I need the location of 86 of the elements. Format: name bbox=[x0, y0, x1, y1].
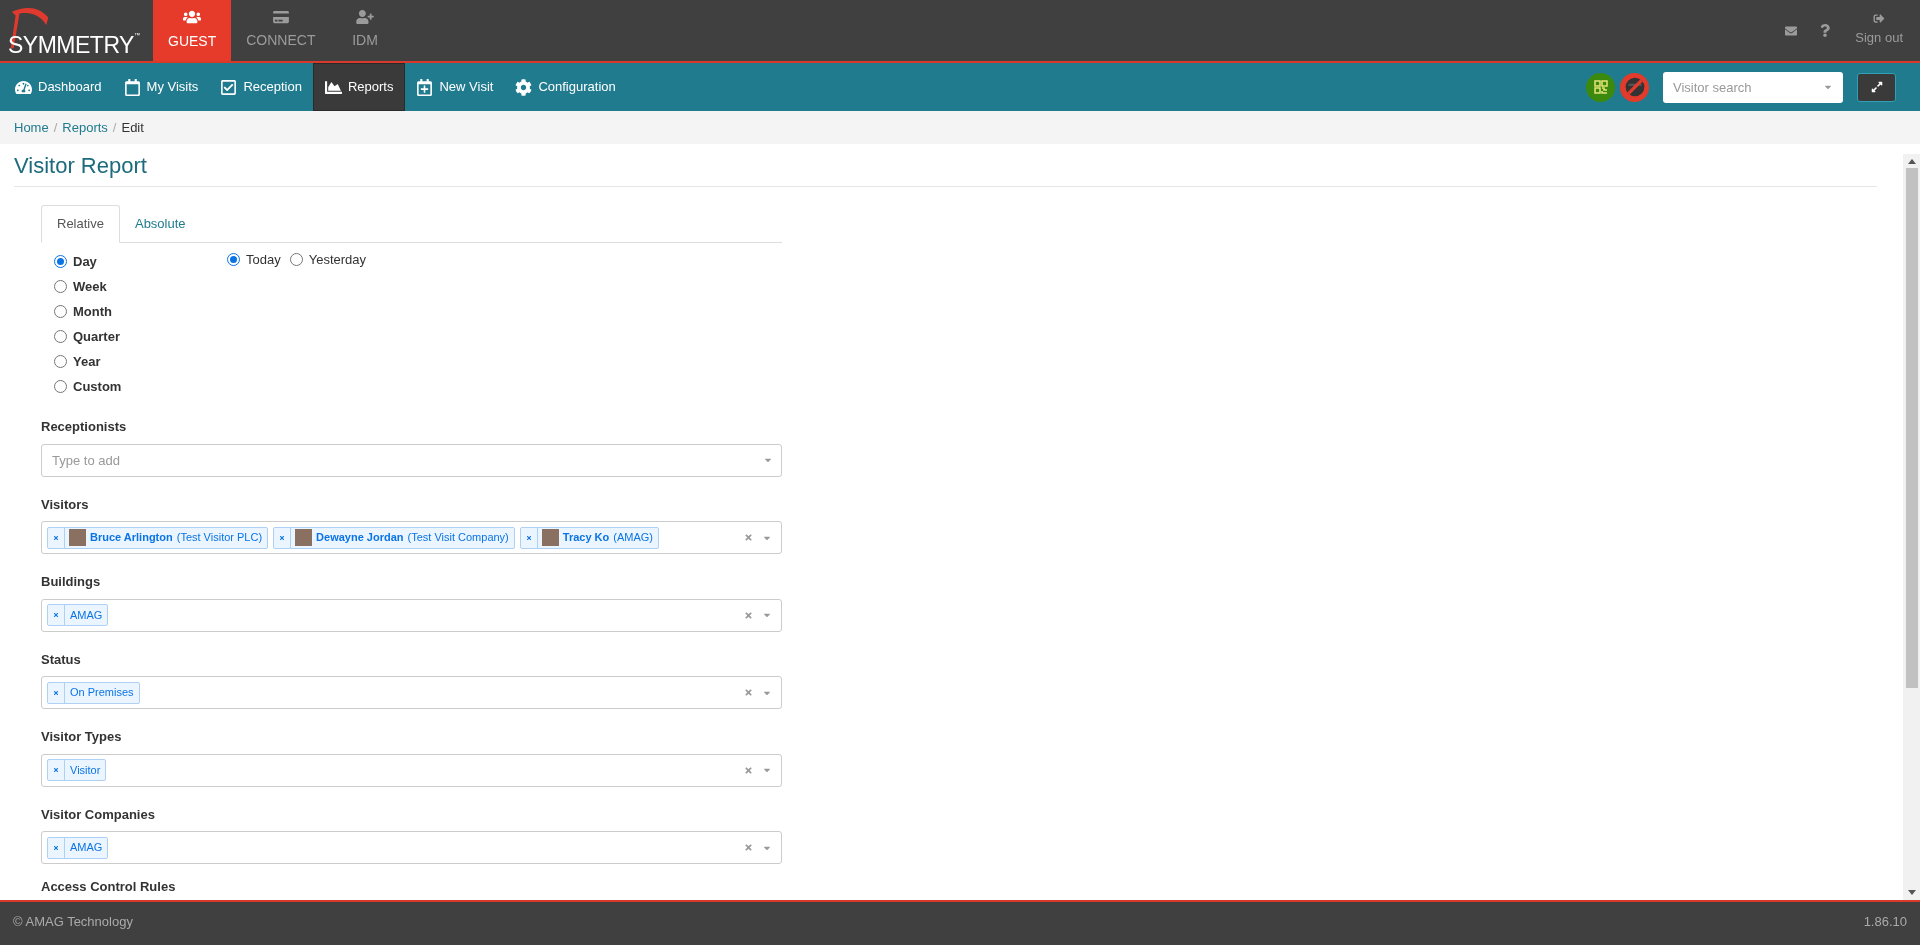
copyright-text: © AMAG Technology bbox=[13, 913, 133, 931]
radio-label: Week bbox=[73, 277, 107, 296]
clear-icon[interactable] bbox=[744, 533, 753, 542]
visitor-name: Tracy Ko bbox=[562, 530, 610, 546]
scroll-down-icon[interactable] bbox=[1907, 890, 1916, 895]
tag-label: AMAG bbox=[69, 840, 104, 856]
mail-icon[interactable] bbox=[1784, 24, 1799, 37]
clear-icon[interactable] bbox=[744, 688, 753, 697]
remove-icon[interactable] bbox=[53, 767, 59, 773]
visitor-name: Bruce Arlington bbox=[90, 530, 173, 546]
nav-item[interactable]: Reports bbox=[312, 63, 406, 111]
radio-label: Today bbox=[246, 251, 281, 269]
tag-label: On Premises bbox=[69, 685, 135, 701]
breadcrumb-separator: / bbox=[111, 118, 118, 137]
calendar-plus-icon bbox=[416, 78, 434, 96]
app-tab[interactable]: CONNECT bbox=[231, 0, 331, 61]
multi-select-field[interactable]: AMAG bbox=[41, 598, 782, 632]
photo-placeholder bbox=[295, 529, 313, 546]
clear-icon[interactable] bbox=[744, 765, 753, 775]
multi-select-field[interactable]: AMAG bbox=[41, 831, 782, 864]
nav-item[interactable]: New Visit bbox=[405, 63, 505, 111]
gauge-icon bbox=[15, 78, 32, 96]
radio-label: Quarter bbox=[73, 327, 120, 346]
sign-out-icon bbox=[1873, 13, 1886, 25]
breadcrumb-item[interactable]: Reports bbox=[62, 117, 108, 138]
tag-label: Visitor bbox=[69, 762, 102, 778]
qr-code-icon[interactable] bbox=[1586, 72, 1615, 102]
tab[interactable]: Relative bbox=[41, 205, 120, 243]
field-label: Visitors bbox=[41, 495, 90, 514]
remove-icon[interactable] bbox=[279, 534, 286, 541]
help-icon[interactable] bbox=[1820, 24, 1831, 37]
remove-icon[interactable] bbox=[53, 534, 59, 541]
multi-select-field[interactable]: Bruce Arlington (Test Visitor PLC) Dewayne Jordan (Test Visit Company) Tracy Ko (AMAG) bbox=[41, 521, 782, 554]
clear-icon[interactable] bbox=[744, 843, 753, 852]
breadcrumb-separator: / bbox=[52, 118, 59, 137]
nav-item[interactable]: Configuration bbox=[504, 63, 627, 111]
tab[interactable]: Absolute bbox=[119, 205, 201, 243]
radio-label: Month bbox=[73, 302, 112, 321]
radio-label: Custom bbox=[73, 377, 122, 396]
radio-label: Yesterday bbox=[308, 251, 367, 269]
photo-placeholder bbox=[69, 529, 86, 546]
radio-label: Day bbox=[73, 252, 97, 271]
nav-item[interactable]: Dashboard bbox=[4, 63, 113, 111]
field-label: Status bbox=[41, 650, 82, 669]
area-chart-icon bbox=[324, 78, 342, 96]
remove-icon[interactable] bbox=[53, 844, 59, 851]
app-tab[interactable]: IDM bbox=[330, 0, 400, 61]
expand-button[interactable] bbox=[1857, 72, 1896, 102]
breadcrumb-item[interactable]: Home bbox=[14, 117, 49, 138]
card-icon bbox=[272, 10, 289, 24]
scrollbar-thumb[interactable] bbox=[1905, 168, 1918, 688]
section-label: Access Control Rules bbox=[41, 878, 177, 896]
expand-icon bbox=[1870, 81, 1883, 93]
calendar-icon bbox=[123, 78, 141, 96]
checkbox-icon bbox=[220, 78, 238, 96]
field-label: Visitor Types bbox=[41, 728, 123, 746]
breadcrumb-item: Edit bbox=[121, 118, 144, 137]
sign-out-button[interactable]: Sign out bbox=[1852, 13, 1906, 48]
no-card-icon[interactable] bbox=[1620, 72, 1649, 102]
version-text: 1.86.10 bbox=[1863, 913, 1907, 931]
field-label: Buildings bbox=[41, 573, 102, 591]
multi-select-field[interactable]: On Premises bbox=[41, 676, 782, 709]
settings-icon bbox=[515, 78, 533, 96]
visitor-search-field[interactable]: Visitor search bbox=[1663, 71, 1843, 103]
tag-label: AMAG bbox=[69, 607, 104, 623]
people-icon bbox=[183, 9, 202, 25]
nav-item[interactable]: Reception bbox=[209, 63, 313, 111]
page-title: Visitor Report bbox=[14, 144, 1877, 187]
company-name: (Test Visitor PLC) bbox=[176, 530, 263, 546]
field-label: Receptionists bbox=[41, 418, 128, 436]
user-plus-icon bbox=[355, 10, 374, 24]
multi-select-field[interactable]: Visitor bbox=[41, 753, 782, 787]
photo-placeholder bbox=[541, 529, 559, 546]
company-name: (Test Visit Company) bbox=[407, 530, 509, 546]
visitor-name: Dewayne Jordan bbox=[316, 530, 404, 546]
field-label: Visitor Companies bbox=[41, 805, 156, 824]
clear-icon[interactable] bbox=[744, 610, 753, 620]
app-tab[interactable]: GUEST bbox=[153, 0, 232, 61]
text-field[interactable]: Type to add bbox=[41, 443, 782, 477]
scroll-up-icon[interactable] bbox=[1907, 159, 1916, 164]
remove-icon[interactable] bbox=[53, 689, 59, 696]
remove-icon[interactable] bbox=[53, 612, 59, 618]
remove-icon[interactable] bbox=[525, 534, 532, 541]
company-name: (AMAG) bbox=[613, 530, 653, 546]
nav-item[interactable]: My Visits bbox=[112, 63, 210, 111]
radio-label: Year bbox=[73, 352, 101, 371]
